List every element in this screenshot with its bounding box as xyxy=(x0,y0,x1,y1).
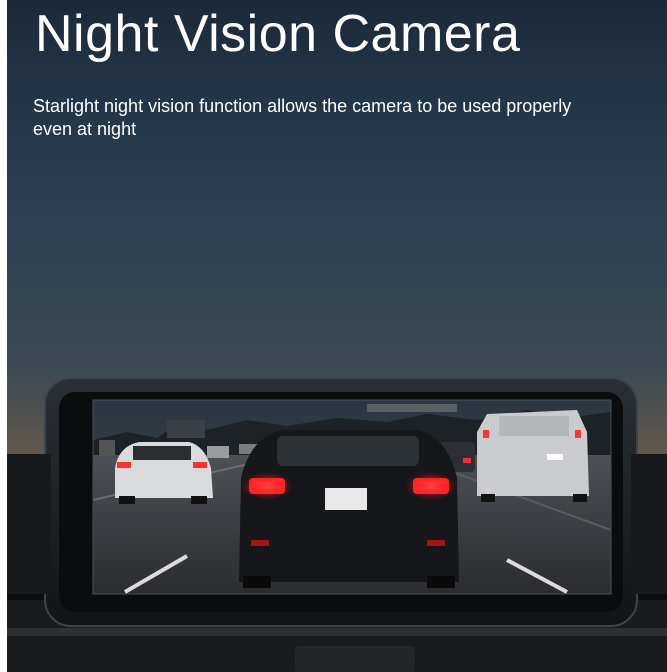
night-scene: Night Vision Camera Starlight night visi… xyxy=(7,0,667,672)
feature-description: Starlight night vision function allows t… xyxy=(33,96,572,139)
car-left xyxy=(115,442,213,504)
headline: Night Vision Camera xyxy=(35,5,521,63)
van-right xyxy=(477,410,589,502)
camera-screen xyxy=(92,399,612,595)
car-center xyxy=(239,430,459,588)
